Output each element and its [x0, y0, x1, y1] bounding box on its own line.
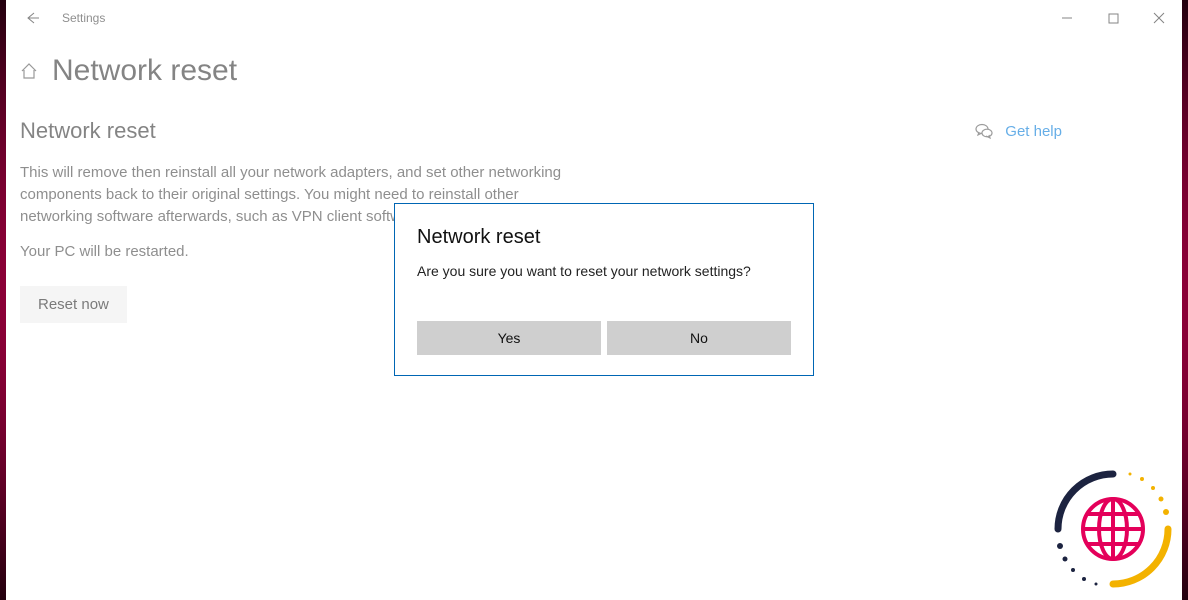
maximize-button[interactable] — [1090, 2, 1136, 34]
home-icon — [20, 62, 38, 80]
close-button[interactable] — [1136, 2, 1182, 34]
arrow-left-icon — [24, 10, 40, 26]
no-button[interactable]: No — [607, 321, 791, 355]
minimize-icon — [1061, 12, 1073, 24]
maximize-icon — [1108, 13, 1119, 24]
sidebar-column: Get help — [975, 118, 1172, 140]
minimize-button[interactable] — [1044, 2, 1090, 34]
close-icon — [1153, 12, 1165, 24]
dialog-title: Network reset — [417, 226, 791, 249]
section-heading: Network reset — [20, 118, 580, 144]
yes-button[interactable]: Yes — [417, 321, 601, 355]
reset-now-button[interactable]: Reset now — [20, 286, 127, 323]
get-help-label: Get help — [1005, 123, 1062, 140]
dialog-message: Are you sure you want to reset your netw… — [417, 263, 791, 279]
confirmation-dialog: Network reset Are you sure you want to r… — [394, 203, 814, 376]
dialog-button-row: Yes No — [417, 321, 791, 355]
globe-logo — [1048, 464, 1178, 594]
window-controls — [1044, 2, 1182, 34]
titlebar: Settings — [6, 0, 1182, 36]
get-help-link[interactable]: Get help — [975, 122, 1062, 140]
app-name: Settings — [48, 11, 105, 25]
breadcrumb: Network reset — [20, 54, 1172, 88]
chat-icon — [975, 122, 993, 140]
back-button[interactable] — [16, 2, 48, 34]
settings-window: Settings Network reset Network res — [6, 0, 1182, 600]
home-button[interactable] — [20, 62, 38, 80]
page-title: Network reset — [52, 54, 237, 88]
